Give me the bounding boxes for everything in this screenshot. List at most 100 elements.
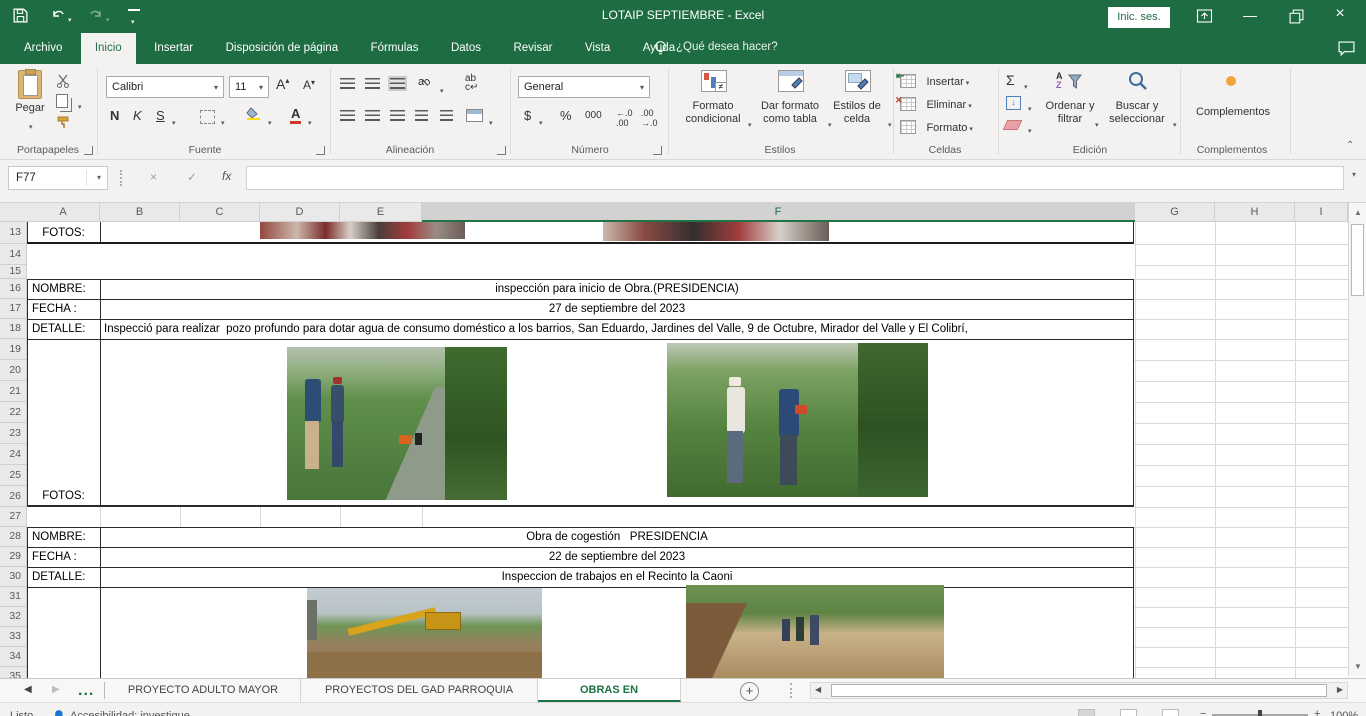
horizontal-scrollbar[interactable]: ◀ ▶ bbox=[810, 682, 1348, 699]
sheet-tab-proyecto-adulto-mayor[interactable]: PROYECTO ADULTO MAYOR bbox=[106, 679, 301, 702]
cell-styles-button[interactable]: Estilos de celda bbox=[828, 68, 886, 142]
row-header-25[interactable]: 25 bbox=[0, 465, 27, 486]
formula-bar-splitter[interactable] bbox=[120, 170, 122, 186]
row-header-32[interactable]: 32 bbox=[0, 607, 27, 627]
autosum-icon[interactable]: Σ bbox=[1006, 72, 1015, 88]
tab-formulas[interactable]: Fórmulas bbox=[357, 33, 433, 64]
tell-me-lightbulb-icon[interactable] bbox=[653, 40, 668, 62]
align-middle-icon[interactable] bbox=[365, 78, 380, 89]
cell-A28[interactable]: NOMBRE: bbox=[32, 528, 98, 547]
row-header-34[interactable]: 34 bbox=[0, 647, 27, 667]
zoom-slider-thumb[interactable] bbox=[1258, 710, 1262, 716]
decrease-font-icon[interactable]: A▾ bbox=[303, 78, 315, 92]
row-header-18[interactable]: 18 bbox=[0, 319, 27, 339]
cancel-formula-icon[interactable]: × bbox=[150, 170, 157, 184]
format-cells-button[interactable]: Formato bbox=[900, 118, 973, 136]
row-header-24[interactable]: 24 bbox=[0, 444, 27, 465]
column-header-E[interactable]: E bbox=[340, 203, 422, 222]
row-header-23[interactable]: 23 bbox=[0, 423, 27, 444]
cell-A13[interactable]: FOTOS: bbox=[28, 224, 99, 242]
cell-B30-value[interactable]: Inspeccion de trabajos en el Recinto la … bbox=[101, 568, 1133, 587]
horizontal-scroll-thumb[interactable] bbox=[831, 684, 1327, 697]
column-header-B[interactable]: B bbox=[100, 203, 180, 222]
sheet-tab-proyectos-gad-parroquia[interactable]: PROYECTOS DEL GAD PARROQUIA bbox=[301, 679, 538, 702]
cell-A16[interactable]: NOMBRE: bbox=[32, 280, 98, 299]
tab-disposicion[interactable]: Disposición de página bbox=[212, 33, 353, 64]
format-as-table-button[interactable]: Dar formato como tabla bbox=[756, 68, 824, 142]
photo-well-inspection-right[interactable] bbox=[667, 343, 928, 497]
expand-formula-bar-icon[interactable]: ▾ bbox=[1352, 170, 1356, 179]
zoom-out-icon[interactable]: − bbox=[1200, 708, 1206, 716]
insert-function-icon[interactable]: fx bbox=[222, 169, 231, 183]
addins-button[interactable]: Complementos bbox=[1192, 68, 1272, 142]
row-header-19[interactable]: 19 bbox=[0, 339, 27, 360]
row-header-22[interactable]: 22 bbox=[0, 402, 27, 423]
row-header-35[interactable]: 35 bbox=[0, 667, 27, 678]
cell-A18[interactable]: DETALLE: bbox=[32, 320, 98, 339]
new-sheet-icon[interactable]: + bbox=[740, 682, 759, 701]
row-header-14[interactable]: 14 bbox=[0, 244, 27, 265]
row-header-29[interactable]: 29 bbox=[0, 547, 27, 567]
accessibility-status[interactable]: Accesibilidad: investigue bbox=[70, 710, 190, 716]
tab-insertar[interactable]: Insertar bbox=[140, 33, 207, 64]
conditional-formatting-button[interactable]: ≠ Formato condicional bbox=[682, 68, 744, 142]
column-header-H[interactable]: H bbox=[1215, 203, 1295, 222]
decrease-decimal-icon[interactable]: .00→.0 bbox=[641, 108, 658, 128]
orientation-icon[interactable]: ab bbox=[418, 76, 430, 88]
sort-filter-button[interactable]: AZ Ordenar y filtrar bbox=[1040, 70, 1100, 142]
align-top-icon[interactable] bbox=[340, 78, 355, 89]
cut-icon[interactable] bbox=[56, 74, 70, 93]
cell-B16-value[interactable]: inspección para inicio de Obra.(PRESIDEN… bbox=[101, 280, 1133, 299]
cell-B28-value[interactable]: Obra de cogestión PRESIDENCIA bbox=[101, 528, 1133, 547]
zoom-level[interactable]: 100% bbox=[1330, 710, 1358, 716]
accessibility-icon[interactable]: 👤 bbox=[52, 710, 66, 716]
sheet-tab-obras-en-congestion[interactable]: OBRAS EN CONGESTIÓN bbox=[538, 679, 681, 702]
cell-A17[interactable]: FECHA : bbox=[32, 300, 98, 319]
scroll-right-icon[interactable]: ▶ bbox=[1337, 685, 1343, 694]
column-header-A[interactable]: A bbox=[27, 203, 100, 222]
number-dialog-launcher-icon[interactable] bbox=[653, 146, 662, 155]
cell-A29[interactable]: FECHA : bbox=[32, 548, 98, 567]
row-header-16[interactable]: 16 bbox=[0, 279, 27, 299]
font-color-icon[interactable]: A bbox=[290, 106, 301, 124]
ribbon-display-options-icon[interactable] bbox=[1196, 8, 1213, 29]
cell-A30[interactable]: DETALLE: bbox=[32, 568, 98, 587]
comments-icon[interactable] bbox=[1338, 41, 1355, 62]
delete-cells-button[interactable]: ✕ Eliminar bbox=[900, 95, 972, 113]
photo-road-works-left[interactable] bbox=[307, 588, 542, 678]
cell-B17-value[interactable]: 27 de septiembre del 2023 bbox=[101, 300, 1133, 319]
percent-format-icon[interactable]: % bbox=[560, 108, 572, 123]
row-header-30[interactable]: 30 bbox=[0, 567, 27, 587]
photo-fragment-right[interactable] bbox=[603, 222, 829, 241]
close-button[interactable]: × bbox=[1326, 5, 1354, 23]
align-right-icon[interactable] bbox=[390, 110, 405, 121]
restore-button[interactable] bbox=[1289, 9, 1304, 29]
fill-color-icon[interactable] bbox=[246, 107, 262, 125]
scroll-up-icon[interactable]: ▲ bbox=[1349, 204, 1366, 221]
next-sheet-icon[interactable]: ▶ bbox=[52, 684, 60, 695]
wrap-text-icon[interactable]: abc↵ bbox=[465, 74, 478, 92]
font-dialog-launcher-icon[interactable] bbox=[316, 146, 325, 155]
font-size-combo[interactable]: 11▾ bbox=[229, 76, 269, 98]
column-header-I[interactable]: I bbox=[1295, 203, 1348, 222]
tab-datos[interactable]: Datos bbox=[437, 33, 495, 64]
paste-button[interactable]: Pegar bbox=[10, 68, 50, 140]
formula-input[interactable] bbox=[246, 166, 1344, 190]
more-sheets-indicator[interactable]: ... bbox=[78, 682, 94, 700]
photo-road-works-right[interactable] bbox=[686, 585, 944, 678]
align-bottom-icon[interactable] bbox=[390, 78, 405, 89]
row-header-17[interactable]: 17 bbox=[0, 299, 27, 319]
align-left-icon[interactable] bbox=[340, 110, 355, 121]
align-center-icon[interactable] bbox=[365, 110, 380, 121]
merge-center-icon[interactable] bbox=[466, 109, 483, 122]
cell-B18-value[interactable]: Inspecció para realizar pozo profundo pa… bbox=[104, 320, 1133, 339]
tab-revisar[interactable]: Revisar bbox=[499, 33, 566, 64]
row-header-31[interactable]: 31 bbox=[0, 587, 27, 607]
underline-button[interactable]: S bbox=[156, 108, 165, 123]
row-header-15[interactable]: 15 bbox=[0, 265, 27, 279]
increase-decimal-icon[interactable]: ←.0.00 bbox=[616, 108, 633, 128]
cell-B29-value[interactable]: 22 de septiembre del 2023 bbox=[101, 548, 1133, 567]
vertical-scrollbar[interactable]: ▲ ▼ bbox=[1348, 203, 1366, 676]
copy-icon[interactable] bbox=[56, 94, 68, 108]
page-break-view-icon[interactable] bbox=[1162, 709, 1179, 716]
